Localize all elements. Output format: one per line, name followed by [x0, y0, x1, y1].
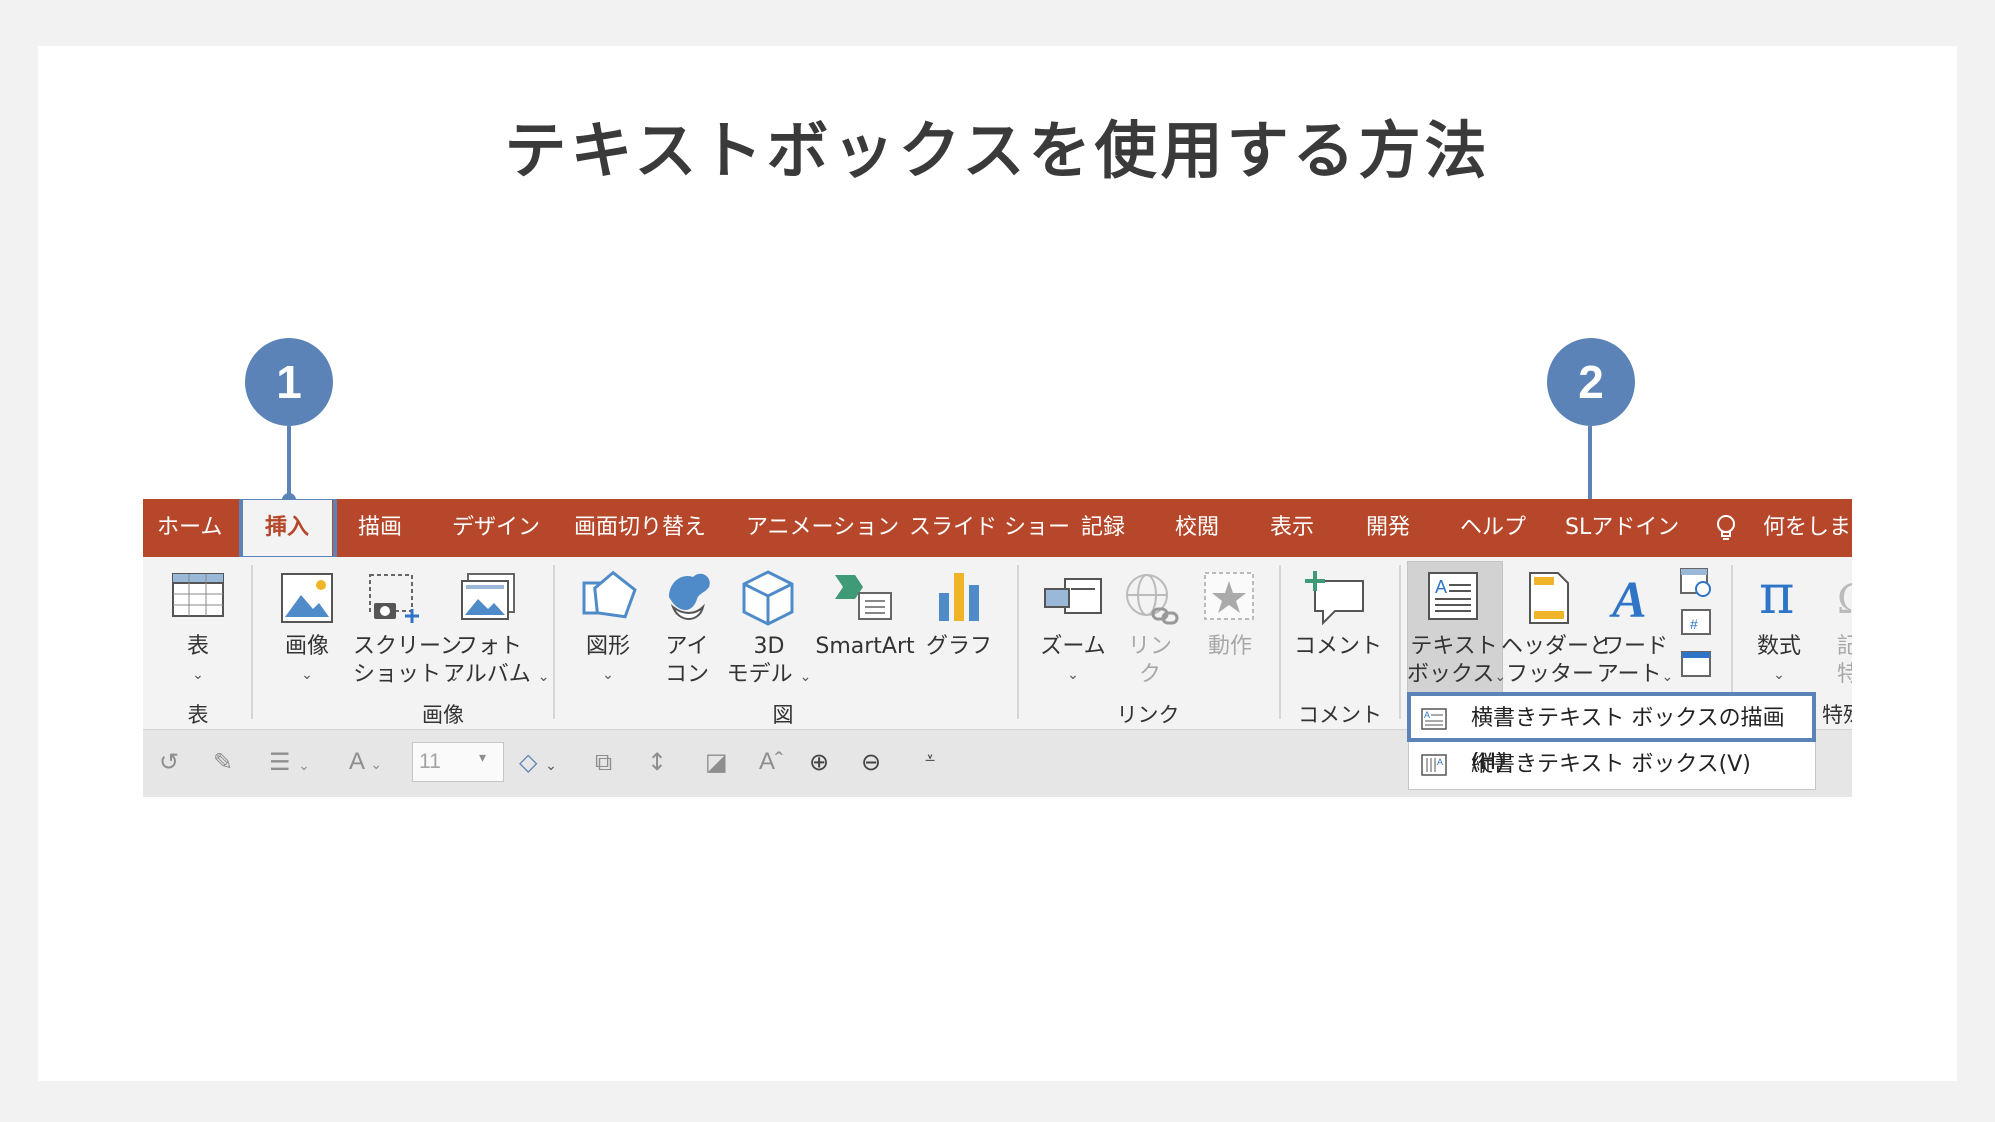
customize-qat-icon[interactable]: ⩡ [925, 748, 935, 769]
smartart-button[interactable]: SmartArt [813, 633, 917, 661]
equation-pi-icon: π [1759, 567, 1795, 623]
line-spacing-icon[interactable]: ↕ [647, 748, 667, 776]
shapes-icon [582, 570, 637, 619]
chart-icon [939, 573, 979, 621]
screenshot-button[interactable]: スクリーン ショット ⌄ [353, 633, 462, 691]
header-footer-button[interactable]: ヘッダーと フッター [1501, 633, 1611, 689]
table-icon [172, 573, 224, 617]
screenshot-icon [369, 574, 419, 623]
symbol-button[interactable]: 記特 [1833, 633, 1852, 689]
shapes-button[interactable]: 図形 ⌄ [573, 633, 643, 689]
tab-design[interactable]: デザイン [452, 499, 540, 557]
slide-number-icon: # [1681, 609, 1711, 635]
font-color-glyph: A [349, 748, 364, 775]
group-label-illustrations: 図 [772, 703, 794, 727]
svg-text:A: A [1437, 757, 1443, 767]
tab-help[interactable]: ヘルプ [1460, 499, 1526, 557]
font-size-dropdown-arrow[interactable]: ▾ [479, 750, 486, 766]
group-label-links: リンク [1116, 703, 1180, 727]
comment-icon [1305, 571, 1364, 625]
equation-button[interactable]: 数式 ⌄ [1743, 633, 1815, 689]
svg-text:A: A [1609, 572, 1647, 625]
group-label-images: 画像 [422, 703, 464, 727]
font-size-input[interactable]: 11 [412, 742, 504, 782]
table-button[interactable]: 表 ⌄ [163, 633, 233, 689]
header-footer-icon [1529, 572, 1569, 624]
step-1-connector [287, 426, 291, 501]
photo-album-button[interactable]: フォト アルバム ⌄ [443, 633, 550, 691]
icons-button[interactable]: アイ コン [651, 633, 723, 689]
step-1-highlight [239, 499, 337, 560]
shape-fill-icon[interactable]: ◇ ⌄ [519, 748, 557, 776]
wordart-icon: A [1609, 572, 1647, 625]
textbox-button[interactable]: テキスト ボックス⌄ [1407, 633, 1506, 691]
group-label-symbols: 特殊 [1822, 703, 1852, 727]
group-separator [553, 565, 555, 719]
powerpoint-ribbon-screenshot: ホーム 挿入 描画 デザイン 画面切り替え アニメーション スライド ショー 記… [143, 499, 1852, 797]
menu-item-vertical-textbox[interactable]: A 縦書きテキスト ボックス(V) [1409, 743, 1815, 787]
lightbulb-icon [1717, 515, 1735, 540]
action-button[interactable]: 動作 [1195, 633, 1265, 661]
group-separator [1279, 565, 1281, 719]
zoom-icon [1044, 578, 1102, 614]
symbol-icon: Ω [1837, 577, 1852, 621]
photo-album-icon [461, 573, 515, 620]
bullet-list-icon[interactable]: ☰ ⌄ [269, 748, 310, 776]
svg-text:A: A [1435, 577, 1447, 597]
svg-text:π: π [1759, 567, 1795, 623]
increase-font-icon[interactable]: Aˆ [759, 748, 783, 776]
shape-outline-icon[interactable]: ◪ [705, 748, 728, 776]
svg-text:Ω: Ω [1837, 577, 1852, 621]
font-color-button[interactable]: A ⌄ [349, 748, 382, 776]
icons-gallery-icon [669, 573, 710, 620]
group-label-table: 表 [187, 703, 209, 727]
textbox-icon: A [1428, 572, 1478, 620]
zoom-button[interactable]: ズーム ⌄ [1031, 633, 1115, 689]
undo-icon[interactable]: ↺ [159, 748, 179, 776]
3d-model-icon [742, 570, 794, 626]
tab-transitions[interactable]: 画面切り替え [574, 499, 706, 557]
picture-button[interactable]: 画像 ⌄ [271, 633, 343, 689]
smartart-icon [835, 575, 892, 620]
tab-review[interactable]: 校閲 [1175, 499, 1219, 557]
tab-home[interactable]: ホーム [157, 499, 222, 557]
menu-item-label: 縦書きテキスト ボックス(V) [1471, 752, 1751, 777]
zoom-out-icon[interactable]: ⊖ [861, 748, 881, 776]
picture-icon [281, 573, 333, 623]
wordart-button[interactable]: ワード アート⌄ [1595, 633, 1675, 691]
svg-text:#: # [1690, 616, 1698, 632]
link-button[interactable]: リンク [1115, 633, 1185, 689]
group-label-comments: コメント [1298, 703, 1382, 727]
step-2-badge: 2 [1547, 338, 1635, 426]
tab-addins[interactable]: SLアドイン [1565, 499, 1679, 557]
tab-record[interactable]: 記録 [1081, 499, 1125, 557]
object-icon [1681, 651, 1711, 677]
tab-animations[interactable]: アニメーション [746, 499, 899, 557]
tab-slideshow[interactable]: スライド ショー [909, 499, 1070, 557]
step-1-badge: 1 [245, 338, 333, 426]
ribbon-tab-bar: ホーム 挿入 描画 デザイン 画面切り替え アニメーション スライド ショー 記… [143, 499, 1852, 557]
page-title: テキストボックスを使用する方法 [504, 114, 1491, 187]
comment-button[interactable]: コメント [1293, 633, 1383, 661]
group-separator [1017, 565, 1019, 719]
tab-view[interactable]: 表示 [1270, 499, 1314, 557]
step-2-highlight [1407, 692, 1816, 742]
zoom-in-icon[interactable]: ⊕ [809, 748, 829, 776]
tab-draw[interactable]: 描画 [358, 499, 402, 557]
arrange-icon[interactable]: ⧉ [595, 748, 612, 776]
action-icon [1204, 572, 1254, 620]
link-icon [1126, 574, 1179, 625]
date-time-icon [1680, 568, 1711, 597]
tab-developer[interactable]: 開発 [1366, 499, 1410, 557]
chart-button[interactable]: グラフ [923, 633, 995, 661]
tell-me-search[interactable]: 何をします [1763, 499, 1852, 557]
vertical-textbox-icon: A [1421, 754, 1447, 776]
3d-models-button[interactable]: 3D モデル ⌄ [723, 633, 815, 691]
group-separator [1399, 565, 1401, 719]
group-separator [251, 565, 253, 719]
format-painter-icon[interactable]: ✎ [213, 748, 233, 776]
